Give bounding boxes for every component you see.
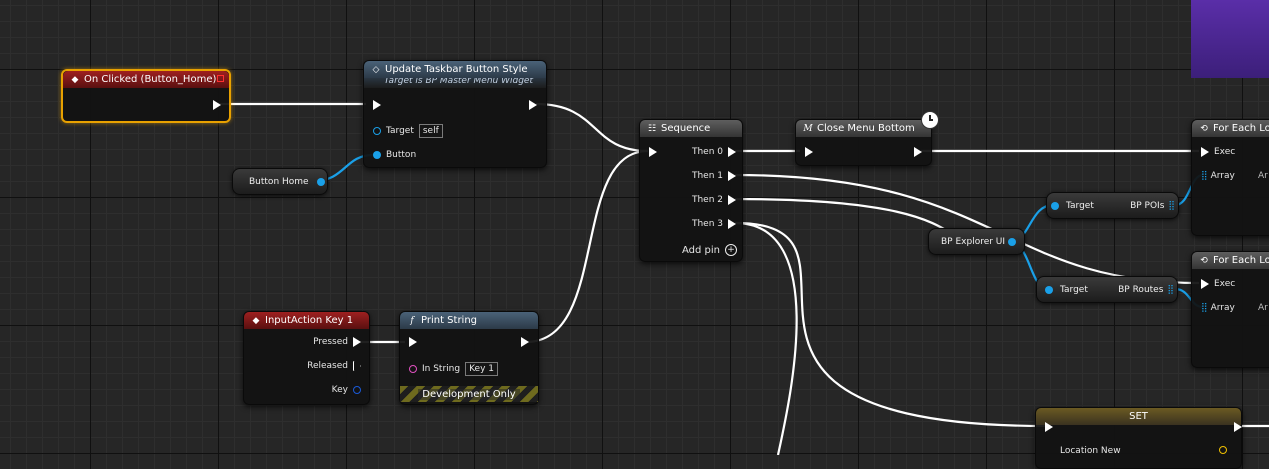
pressed-pin[interactable]: Pressed [313,337,361,347]
array-element-pin[interactable]: Ar [1258,171,1268,181]
target-pin[interactable] [1051,201,1059,210]
object-out-pin[interactable] [316,177,325,186]
exec-in-pin[interactable] [1045,422,1053,432]
array-icon: ⣿ [1201,171,1208,181]
delegate-pin-icon[interactable] [217,75,224,82]
exec-in-pin[interactable] [649,147,657,157]
loop-icon: ⟲ [1200,255,1208,266]
array-icon: ⣿ [1201,303,1208,313]
node-header: f Print String [400,312,538,329]
blueprint-graph-canvas[interactable]: ◆ On Clicked (Button_Home) Button Home ◇… [0,0,1269,469]
target-pin[interactable]: Target self [373,124,443,138]
array-out-pin[interactable]: ⣿ [1168,201,1175,211]
node-header: SET [1036,408,1241,425]
node-input-action[interactable]: ◆ InputAction Key 1 Pressed Released Key [243,311,370,405]
exec-in-pin[interactable] [805,147,813,157]
diamond-icon: ◆ [252,315,260,326]
function-icon: ◇ [372,64,380,75]
node-close-menu-bottom[interactable]: M Close Menu Bottom [795,111,939,166]
getter-bp-routes[interactable]: Target BP Routes ⣿ [1036,276,1178,303]
target-pin[interactable] [1045,285,1053,294]
array-out-pin[interactable]: ⣿ [1167,285,1174,295]
then-3-pin[interactable]: Then 3 [692,219,736,229]
in-string-pin[interactable]: In String Key 1 [409,362,498,376]
loop-icon: ⟲ [1200,123,1208,134]
key-pin[interactable]: Key [332,385,361,395]
node-header: ☷ Sequence [640,120,742,137]
getter-bp-pois[interactable]: Target BP POIs ⣿ [1046,192,1179,219]
exec-in-pin[interactable]: Exec [1201,147,1235,157]
macro-icon: M [803,123,813,134]
target-field[interactable]: self [418,124,443,138]
released-pin[interactable]: Released [307,361,361,371]
in-string-field[interactable]: Key 1 [465,362,498,376]
button-pin[interactable]: Button [373,150,416,160]
exec-out-pin[interactable] [1234,422,1242,432]
exec-out-pin[interactable] [521,337,529,347]
exec-wire [525,149,649,344]
diamond-icon: ◆ [71,74,79,85]
comment-box[interactable] [1191,0,1269,78]
var-button-home[interactable]: Button Home [232,168,328,195]
node-header: ◆ On Clicked (Button_Home) [63,71,229,88]
location-out-pin[interactable] [1219,446,1227,454]
array-element-pin[interactable]: Ar [1258,303,1268,313]
exec-in-pin[interactable]: Exec [1201,279,1235,289]
array-pin[interactable]: ⣿ Array [1201,171,1235,181]
add-pin-button[interactable]: Add pin + [682,244,737,256]
node-header: ◇ Update Taskbar Button Style [364,61,546,78]
then-0-pin[interactable]: Then 0 [692,147,736,157]
node-set-location[interactable]: SET Location New [1035,407,1242,469]
development-only-banner: Development Only [400,386,538,402]
node-for-each-loop-1[interactable]: ⟲ For Each Lo Exec ⣿ Array Ar [1191,119,1269,236]
object-out-pin[interactable] [1008,237,1017,246]
node-print-string[interactable]: f Print String In String Key 1 Developme… [399,311,539,405]
node-header: ⟲ For Each Lo [1192,120,1269,137]
node-header: ◆ InputAction Key 1 [244,312,369,329]
clock-icon [921,111,939,129]
node-on-clicked[interactable]: ◆ On Clicked (Button_Home) [61,69,231,123]
node-for-each-loop-2[interactable]: ⟲ For Each Lo Exec ⣿ Array Ar [1191,251,1269,368]
function-icon: f [410,315,414,326]
node-update-taskbar[interactable]: ◇ Update Taskbar Button Style Target is … [363,60,547,168]
var-bp-explorer-ui[interactable]: BP Explorer UI [928,228,1025,255]
sequence-icon: ☷ [647,123,657,134]
node-header: M Close Menu Bottom [796,120,931,137]
add-icon: + [725,244,737,256]
node-sequence[interactable]: ☷ Sequence Then 0 Then 1 Then 2 Then 3 A… [639,119,743,262]
exec-wire [535,102,649,153]
exec-in-pin[interactable] [409,337,417,347]
node-header: ⟲ For Each Lo [1192,252,1269,269]
then-2-pin[interactable]: Then 2 [692,195,736,205]
array-pin[interactable]: ⣿ Array [1201,303,1235,313]
exec-out-pin[interactable] [529,100,537,110]
exec-out-pin[interactable] [213,100,221,110]
then-1-pin[interactable]: Then 1 [692,171,736,181]
exec-out-pin[interactable] [914,147,922,157]
exec-in-pin[interactable] [373,100,381,110]
exec-wire [734,221,798,455]
